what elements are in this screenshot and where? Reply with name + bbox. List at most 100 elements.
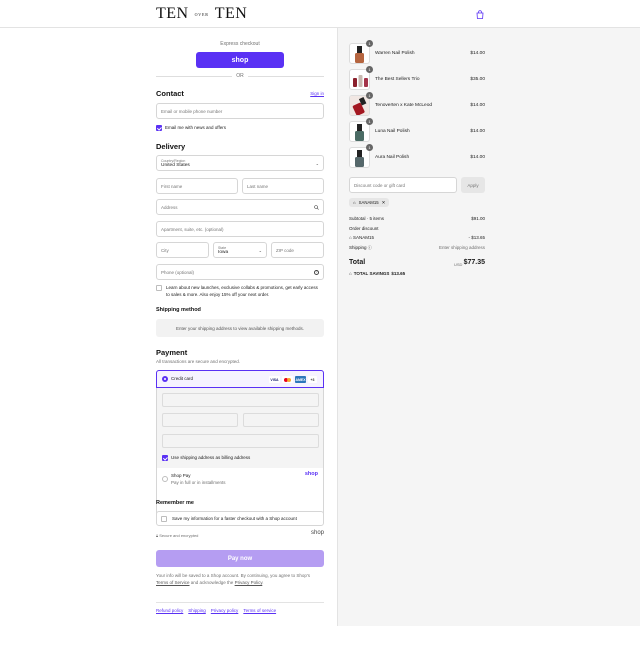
news-checkbox[interactable] [156, 125, 162, 131]
shipping-value: Enter shipping address [438, 245, 485, 250]
email-field[interactable]: Email or mobile phone number [156, 103, 324, 119]
email-placeholder: Email or mobile phone number [161, 108, 223, 114]
zip-placeholder: ZIP code [276, 247, 294, 253]
tag-icon: ⌂ [349, 271, 352, 276]
city-field[interactable]: City [156, 242, 209, 258]
card-number-field[interactable] [162, 393, 319, 407]
shipping-row: Shipping ⓘ Enter shipping address [349, 245, 485, 251]
subtotal-row: Subtotal · 5 items $91.00 [349, 216, 485, 221]
credit-card-radio[interactable] [162, 376, 168, 382]
state-select[interactable]: State Iowa ⌄ [213, 242, 267, 258]
name-on-card-field[interactable] [162, 434, 319, 448]
line-item: 1 Aura Nail Polish $14.00 [349, 144, 485, 169]
lock-icon: 🔒︎ [156, 533, 159, 538]
discount-row: ⌂ SANAM15 - $13.65 [349, 235, 485, 240]
apartment-placeholder: Apartment, suite, etc. (optional) [161, 226, 224, 232]
country-select[interactable]: Country/Region United States ⌄ [156, 155, 324, 171]
express-checkout-label: Express checkout [220, 41, 260, 47]
apartment-field[interactable]: Apartment, suite, etc. (optional) [156, 221, 324, 237]
quantity-badge: 1 [366, 92, 373, 99]
security-code-field[interactable] [243, 413, 319, 427]
discount-code: SANAM15 [352, 235, 374, 240]
logo-right: TEN [214, 5, 248, 22]
first-name-placeholder: First name [161, 183, 183, 189]
item-price: $14.00 [470, 155, 485, 160]
shipping-link[interactable]: Shipping [188, 608, 206, 613]
address-field[interactable]: Address [156, 199, 324, 215]
remove-discount-icon[interactable]: ✕ [382, 200, 386, 206]
order-discount-label: Order discount [349, 226, 379, 231]
card-brand-logos: VISA AMEX +3 [269, 376, 317, 383]
line-item: 1 The Best Sellers Trio $35.00 [349, 66, 485, 91]
visa-icon: VISA [269, 376, 280, 383]
search-icon [314, 204, 319, 210]
or-label: OR [236, 73, 244, 79]
delivery-title: Delivery [156, 142, 186, 151]
shopping-bag-icon[interactable] [476, 10, 484, 19]
shop-pay-sub: Pay in full or in installments [171, 480, 226, 485]
phone-field[interactable]: Phone (optional) ? [156, 264, 324, 280]
legal-and: and acknowledge the [190, 580, 234, 585]
credit-card-label: Credit card [171, 376, 194, 381]
payment-subtitle: All transactions are secure and encrypte… [156, 359, 241, 364]
payment-methods: Credit card VISA AMEX +3 Use shipping ad… [156, 370, 324, 520]
logo-left: TEN [156, 5, 189, 22]
terms-of-service-link[interactable]: Terms of Service [156, 580, 190, 585]
save-info-checkbox[interactable] [161, 515, 167, 522]
last-name-field[interactable]: Last name [242, 178, 324, 194]
item-name: Warren Nail Polish [375, 51, 415, 56]
brand-logo[interactable]: TEN OVER TEN [156, 6, 247, 22]
chevron-down-icon: ⌄ [315, 161, 319, 166]
total-savings-label: TOTAL SAVINGS [353, 271, 390, 276]
quantity-badge: 1 [366, 66, 373, 73]
shop-pay-logo: shop [304, 471, 318, 477]
or-divider: OR [156, 73, 324, 79]
text-offers-label: Learn about new launches, exclusive coll… [166, 284, 326, 298]
tag-icon: ⌂ [353, 200, 356, 205]
line-item: 1 Tenoverten x Kate McLeod $14.00 [349, 92, 485, 117]
privacy-policy-link[interactable]: Privacy Policy [235, 580, 263, 585]
news-label: Email me with news and offers [165, 125, 226, 130]
privacy-policy-footer-link[interactable]: Privacy policy [211, 608, 239, 613]
shop-pay-label: Shop Pay [171, 473, 191, 478]
terms-of-service-footer-link[interactable]: Terms of service [243, 608, 276, 613]
tag-icon: ⌂ [349, 235, 352, 240]
city-placeholder: City [161, 247, 169, 253]
footer-links: Refund policy Shipping Privacy policy Te… [156, 608, 276, 613]
shop-pay-express-button[interactable]: shop [196, 52, 284, 68]
line-item: 1 Warren Nail Polish $14.00 [349, 40, 485, 65]
billing-same-label: Use shipping address as billing address [171, 455, 251, 460]
header: TEN OVER TEN [0, 0, 640, 28]
zip-field[interactable]: ZIP code [271, 242, 324, 258]
expiration-field[interactable] [162, 413, 238, 427]
item-price: $14.00 [470, 103, 485, 108]
quantity-badge: 1 [366, 144, 373, 151]
more-cards-badge: +3 [308, 376, 317, 383]
pay-now-button[interactable]: Pay now [156, 550, 324, 567]
footer-divider [156, 602, 324, 603]
quantity-badge: 1 [366, 118, 373, 125]
applied-discount-chip: ⌂ SANAM15 ✕ [349, 198, 390, 207]
chevron-down-icon: ⌄ [258, 248, 262, 253]
item-name: Tenoverten x Kate McLeod [375, 103, 433, 108]
currency-code: USD [454, 262, 463, 267]
card-details: Use shipping address as billing address [157, 388, 323, 468]
credit-card-option[interactable]: Credit card VISA AMEX +3 [156, 370, 324, 388]
first-name-field[interactable]: First name [156, 178, 238, 194]
total-savings-value: $13.65 [391, 271, 406, 276]
refund-policy-link[interactable]: Refund policy [156, 608, 183, 613]
subtotal-value: $91.00 [471, 216, 485, 221]
sign-in-link[interactable]: Sign in [310, 91, 324, 96]
help-icon[interactable]: ⓘ [368, 245, 372, 250]
last-name-placeholder: Last name [247, 183, 269, 189]
shop-pay-radio[interactable] [162, 476, 168, 482]
billing-same-checkbox[interactable] [162, 455, 168, 461]
help-icon[interactable]: ? [314, 269, 319, 275]
text-offers-checkbox[interactable] [156, 285, 162, 291]
apply-button[interactable]: Apply [461, 177, 485, 193]
discount-code-input[interactable]: Discount code or gift card [349, 177, 457, 193]
phone-placeholder: Phone (optional) [161, 269, 195, 275]
shipping-method-title: Shipping method [156, 307, 201, 313]
save-info-box[interactable]: Save my information for a faster checkou… [156, 511, 324, 526]
discount-value: - $13.65 [468, 235, 485, 240]
